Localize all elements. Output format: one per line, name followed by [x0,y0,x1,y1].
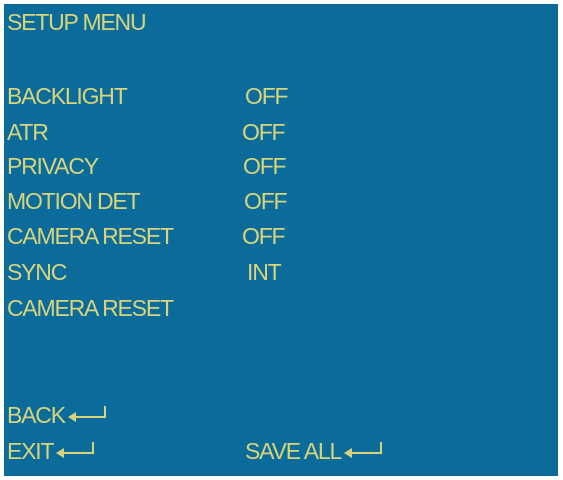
exit-label: EXIT [7,438,55,464]
back-button[interactable]: BACK [7,401,107,429]
menu-item-atr-label[interactable]: ATR [7,118,49,146]
menu-item-backlight-label[interactable]: BACKLIGHT [7,82,128,110]
menu-title: SETUP MENU [7,9,147,35]
menu-item-motion-det-label[interactable]: MOTION DET [7,187,141,215]
enter-arrow-icon [67,403,107,423]
menu-item-camera-reset-value[interactable]: OFF [242,222,286,250]
save-all-label: SAVE ALL [245,438,342,464]
menu-item-sync-value[interactable]: INT [247,258,282,286]
menu-item-privacy-label[interactable]: PRIVACY [7,152,99,180]
menu-item-sync-label[interactable]: SYNC [7,258,67,286]
menu-item-atr-value[interactable]: OFF [242,118,286,146]
enter-arrow-icon [55,439,95,459]
menu-item-backlight-value[interactable]: OFF [245,82,289,110]
setup-menu-screen: SETUP MENU BACKLIGHT OFF ATR OFF PRIVACY… [4,4,558,476]
menu-item-camera-reset-label[interactable]: CAMERA RESET [7,222,174,250]
menu-item-motion-det-value[interactable]: OFF [244,187,288,215]
menu-item-camera-reset-action[interactable]: CAMERA RESET [7,294,174,322]
enter-arrow-icon [343,439,383,459]
menu-item-privacy-value[interactable]: OFF [243,152,287,180]
save-all-button[interactable]: SAVE ALL [245,437,383,465]
back-label: BACK [7,402,66,428]
exit-button[interactable]: EXIT [7,437,95,465]
